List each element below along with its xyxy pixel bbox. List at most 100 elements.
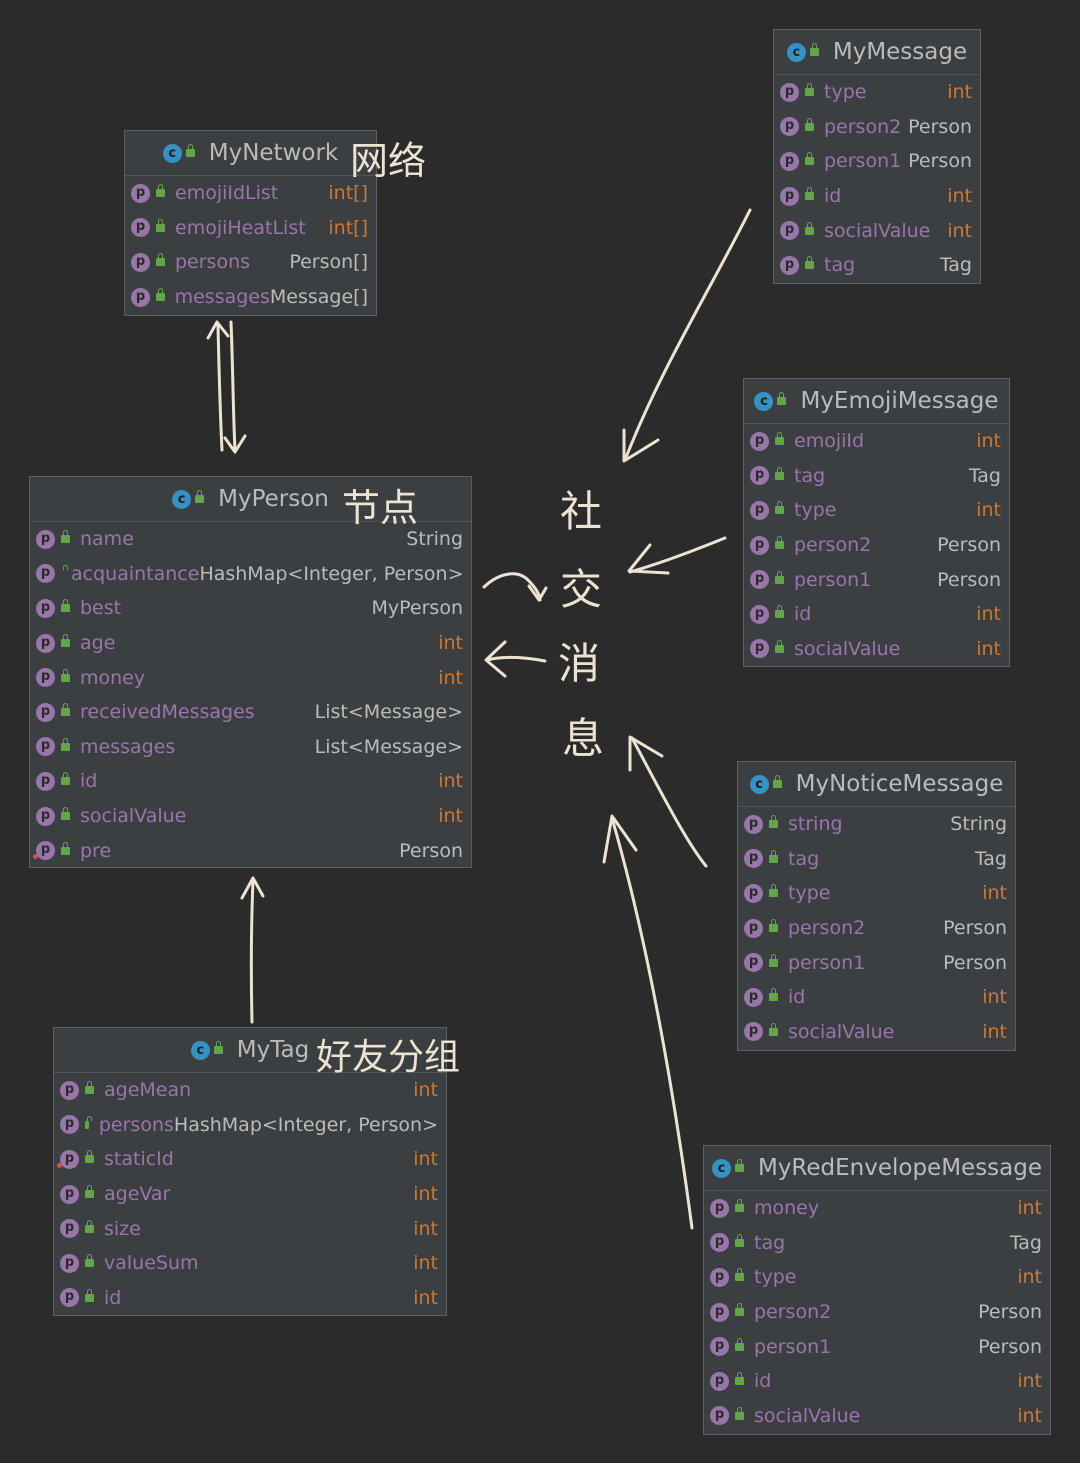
field-row[interactable]: p type int: [738, 876, 1015, 911]
field-row[interactable]: p tag Tag: [704, 1226, 1050, 1261]
field-type: int: [413, 1148, 438, 1171]
field-type: int: [438, 666, 463, 689]
class-name: MyEmojiMessage: [800, 388, 999, 414]
annotation-tag: 好友分组: [316, 1037, 461, 1078]
field-row[interactable]: p best MyPerson: [30, 591, 471, 626]
class-mynoticemessage[interactable]: c MyNoticeMessage p string String p tag Tag p t…: [737, 761, 1016, 1051]
field-row[interactable]: p type int: [744, 493, 1009, 528]
lock-icon: [735, 1268, 744, 1282]
field-row[interactable]: p valueSum int: [54, 1246, 446, 1281]
property-icon: p: [36, 564, 55, 584]
field-row[interactable]: p id int: [738, 980, 1015, 1015]
field-type: Person: [908, 150, 972, 173]
field-row[interactable]: p socialValue int: [738, 1015, 1015, 1050]
field-type: int: [1017, 1266, 1042, 1289]
field-type: Person: [937, 568, 1001, 591]
field-row[interactable]: p type int: [704, 1260, 1050, 1295]
field-row[interactable]: p person2 Person: [774, 110, 980, 145]
property-icon: p: [131, 252, 150, 272]
class-myperson[interactable]: c MyPerson p name String p acquaintance HashM…: [29, 476, 472, 868]
class-myredenvelopemessage[interactable]: c MyRedEnvelopeMessage p money int p tag Tag p…: [703, 1145, 1051, 1435]
field-row[interactable]: p tag Tag: [738, 842, 1015, 877]
field-row[interactable]: p person2 Person: [744, 528, 1009, 563]
field-row[interactable]: p id int: [774, 179, 980, 214]
lock-icon: [775, 501, 784, 515]
field-row[interactable]: p socialValue int: [744, 632, 1009, 667]
field-type: int: [947, 185, 972, 208]
field-row[interactable]: p person1 Person: [704, 1329, 1050, 1364]
field-row[interactable]: p person2 Person: [738, 911, 1015, 946]
field-row[interactable]: p acquaintance HashMap<Integer, Person>: [30, 557, 471, 592]
field-name: socialValue: [754, 1404, 861, 1427]
lock-icon: [734, 1159, 744, 1172]
arrow-notice-to-social: [628, 735, 708, 868]
field-type: int[]: [328, 216, 368, 239]
field-row[interactable]: p tag Tag: [774, 248, 980, 283]
property-icon: p: [36, 702, 55, 722]
field-type: List<Message>: [314, 701, 463, 724]
field-row[interactable]: p person1 Person: [744, 562, 1009, 597]
field-name: person1: [824, 150, 902, 173]
field-row[interactable]: p age int: [30, 626, 471, 661]
field-row[interactable]: p id int: [30, 764, 471, 799]
property-icon: p: [60, 1184, 79, 1204]
arrow-tag-to-person: [240, 876, 265, 1024]
property-icon: p: [57, 1149, 79, 1169]
lock-icon: [185, 144, 195, 157]
property-icon: p: [710, 1371, 729, 1391]
field-name: id: [794, 603, 812, 626]
field-name: type: [824, 81, 867, 104]
field-row[interactable]: p type int: [774, 75, 980, 110]
field-row[interactable]: p pre Person: [30, 833, 471, 868]
field-row[interactable]: p staticId int: [54, 1142, 446, 1177]
field-type: Tag: [974, 847, 1007, 870]
property-icon: p: [131, 287, 150, 307]
field-name: person1: [754, 1335, 832, 1358]
field-row[interactable]: p tag Tag: [744, 459, 1009, 494]
lock-icon: [769, 815, 778, 829]
field-row[interactable]: p receivedMessages List<Message>: [30, 695, 471, 730]
field-row[interactable]: p money int: [30, 660, 471, 695]
class-icon: c: [190, 1040, 210, 1060]
field-row[interactable]: p emojiHeatList int[]: [125, 211, 376, 246]
field-row[interactable]: p socialValue int: [30, 799, 471, 834]
field-row[interactable]: p persons HashMap<Integer, Person>: [54, 1108, 446, 1143]
field-row[interactable]: p money int: [704, 1191, 1050, 1226]
class-mynetwork[interactable]: c MyNetwork p emojiIdList int[] p emojiHeatL…: [124, 130, 377, 316]
field-row[interactable]: p id int: [744, 597, 1009, 632]
field-row[interactable]: p socialValue int: [774, 213, 980, 248]
field-row[interactable]: p string String: [738, 807, 1015, 842]
field-row[interactable]: p person1 Person: [738, 945, 1015, 980]
class-mymessage[interactable]: c MyMessage p type int p person2 Person p perso…: [773, 29, 981, 284]
field-name: type: [794, 499, 837, 522]
field-row[interactable]: p emojiId int: [744, 424, 1009, 459]
field-name: type: [788, 882, 831, 905]
class-myemojimessage[interactable]: c MyEmojiMessage p emojiId int p tag Tag p type…: [743, 378, 1010, 667]
field-row[interactable]: p messages List<Message>: [30, 730, 471, 765]
field-name: ageVar: [104, 1183, 171, 1206]
field-row[interactable]: p person1 Person: [774, 144, 980, 179]
field-row[interactable]: p id int: [54, 1281, 446, 1316]
field-type: Tag: [968, 464, 1001, 487]
field-row[interactable]: p size int: [54, 1211, 446, 1246]
field-row[interactable]: p messages Message[]: [125, 280, 376, 315]
lock-icon: [85, 1081, 94, 1095]
class-icon: c: [162, 143, 182, 163]
property-icon: p: [710, 1302, 729, 1322]
property-icon: p: [744, 987, 763, 1007]
field-row[interactable]: p id int: [704, 1364, 1050, 1399]
field-type: int: [982, 986, 1007, 1009]
property-icon: p: [744, 883, 763, 903]
lock-icon: [61, 772, 70, 786]
field-type: HashMap<Integer, Person>: [173, 1113, 438, 1136]
lock-icon: [213, 1041, 223, 1054]
field-type: int: [976, 603, 1001, 626]
field-row[interactable]: p socialValue int: [704, 1399, 1050, 1434]
field-row[interactable]: p person2 Person: [704, 1295, 1050, 1330]
field-row[interactable]: p emojiIdList int[]: [125, 176, 376, 211]
class-header: c MyNetwork: [125, 131, 376, 176]
class-icon: c: [754, 391, 774, 411]
lock-icon: [61, 703, 70, 717]
field-row[interactable]: p ageVar int: [54, 1177, 446, 1212]
field-row[interactable]: p persons Person[]: [125, 245, 376, 280]
